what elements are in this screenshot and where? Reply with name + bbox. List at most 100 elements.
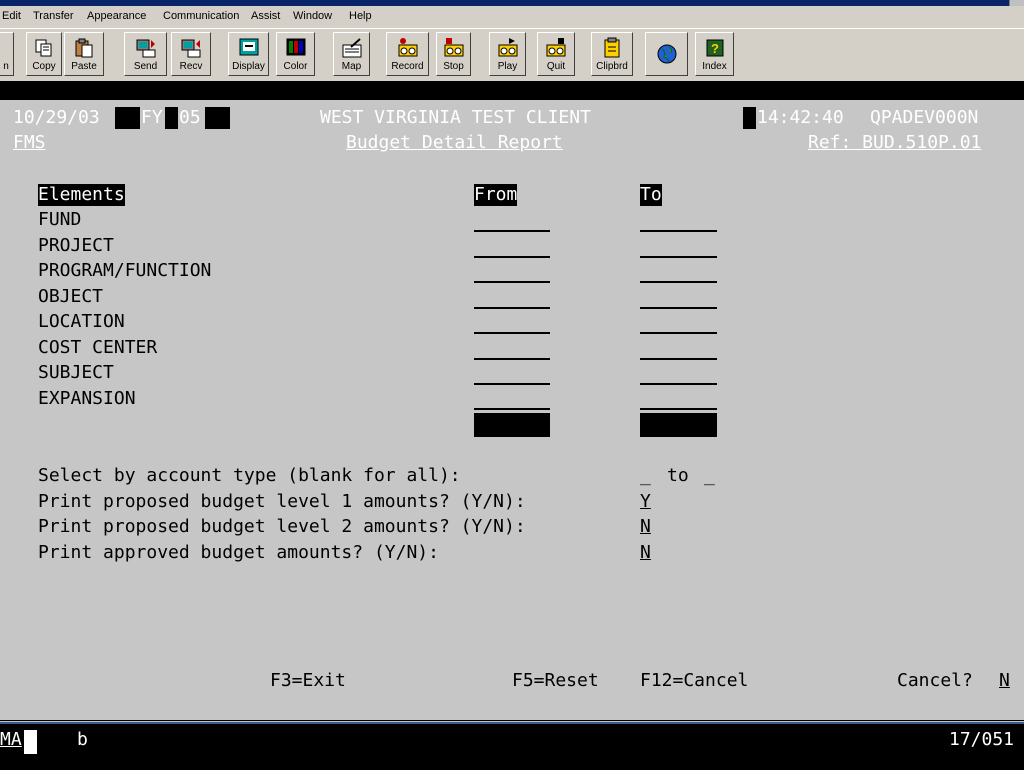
approved-amounts-input[interactable]: N [640,542,651,564]
copy-icon [35,39,52,57]
f12-cancel-key[interactable]: F12=Cancel [640,670,748,692]
status-bar: MA b 17/051 [0,722,1024,770]
column-header-from: From [474,184,518,206]
status-mode-indicator: MA [0,729,22,750]
menu-help[interactable]: Help [349,10,372,22]
object-to-input[interactable] [640,285,717,309]
menu-assist[interactable]: Assist [251,10,280,22]
page-title: Budget Detail Report [346,132,563,153]
play-button[interactable]: Play [489,32,526,76]
cost-center-to-input[interactable] [640,336,717,360]
map-button[interactable]: Map [333,32,370,76]
header-client-name: WEST VIRGINIA TEST CLIENT [320,107,591,128]
svg-text:?: ? [711,41,719,56]
record-label: Record [391,61,424,72]
receive-button[interactable]: Recv [171,32,211,76]
send-button[interactable]: Send [124,32,167,76]
f5-reset-key[interactable]: F5=Reset [512,670,599,692]
stop-icon [444,38,463,57]
clipboard-button[interactable]: Clipbrd [591,32,633,76]
display-button[interactable]: Display [228,32,269,76]
menu-window[interactable]: Window [293,10,332,22]
location-to-input[interactable] [640,310,717,334]
expansion-to-input[interactable] [640,386,717,410]
receive-icon [181,39,201,58]
status-cursor-block [24,730,37,754]
expansion-to-extended-input[interactable] [640,413,717,437]
element-label-object: OBJECT [38,286,104,307]
stop-label: Stop [443,61,464,72]
header-system-name: FMS [13,132,46,153]
index-button[interactable]: ? Index [695,32,734,76]
fund-from-input[interactable] [474,208,550,232]
element-label-location: LOCATION [38,311,125,332]
element-label-project: PROJECT [38,235,114,256]
stop-button[interactable]: Stop [436,32,471,76]
approved-amounts-label: Print approved budget amounts? (Y/N): [38,542,439,563]
send-icon [136,39,155,58]
header-date: 10/29/03 [13,107,100,128]
program-function-from-input[interactable] [474,259,550,283]
display-icon [239,38,258,56]
cost-center-from-input[interactable] [474,336,550,360]
location-from-input[interactable] [474,310,550,334]
quit-label: Quit [546,61,566,72]
header-blank-field [165,107,178,129]
color-icon [286,38,305,56]
expansion-from-input[interactable] [474,386,550,410]
globe-icon [657,44,676,64]
record-icon [398,38,417,57]
account-type-from-input[interactable]: _ [640,465,651,487]
paste-icon [75,38,93,58]
object-from-input[interactable] [474,285,550,309]
level1-amounts-input[interactable]: Y [640,491,651,513]
toolbar: n Copy Paste Send Recv Display Color Map… [0,28,1024,82]
header-time: 14:42:40 [757,107,844,128]
record-button[interactable]: Record [386,32,429,76]
element-label-fund: FUND [38,209,82,230]
account-type-label: Select by account type (blank for all): [38,465,461,486]
element-label-subject: SUBJECT [38,362,114,383]
column-header-to: To [640,184,662,206]
subject-from-input[interactable] [474,361,550,385]
level2-amounts-label: Print proposed budget level 2 amounts? (… [38,516,526,537]
paste-label: Paste [71,61,97,72]
play-label: Play [497,61,518,72]
account-type-to-input[interactable]: _ [704,465,715,487]
globe-button[interactable] [645,32,688,76]
play-icon [498,38,517,57]
paste-button[interactable]: Paste [64,32,104,76]
header-fy-label: FY [141,107,163,128]
menu-communication[interactable]: Communication [163,10,239,22]
menu-transfer[interactable]: Transfer [33,10,74,22]
header-blank-field [205,107,230,129]
print-button[interactable]: n [0,32,14,76]
header-session-id: QPADEV000N [870,107,979,128]
program-function-to-input[interactable] [640,259,717,283]
quit-button[interactable]: Quit [537,32,575,76]
expansion-from-extended-input[interactable] [474,413,550,437]
status-cursor-position: 17/051 [949,729,1015,750]
cancel-prompt-label: Cancel? [897,670,973,691]
display-label: Display [232,61,265,72]
help-index-icon: ? [706,39,723,57]
menu-appearance[interactable]: Appearance [87,10,146,22]
map-icon [342,38,361,58]
index-label: Index [702,61,727,72]
color-button[interactable]: Color [276,32,315,76]
element-label-cost-center: COST CENTER [38,337,158,358]
fund-to-input[interactable] [640,208,717,232]
copy-button[interactable]: Copy [26,32,62,76]
report-reference: Ref: BUD.510P.01 [808,132,982,153]
color-label: Color [283,61,308,72]
element-label-expansion: EXPANSION [38,388,136,409]
project-from-input[interactable] [474,234,550,258]
menu-edit[interactable]: Edit [2,10,21,22]
level2-amounts-input[interactable]: N [640,516,651,538]
subject-to-input[interactable] [640,361,717,385]
f3-exit-key[interactable]: F3=Exit [270,670,346,692]
clipboard-icon [604,37,620,58]
project-to-input[interactable] [640,234,717,258]
cancel-prompt-input[interactable]: N [999,670,1010,692]
menu-bar: Edit Transfer Appearance Communication A… [0,6,1024,29]
